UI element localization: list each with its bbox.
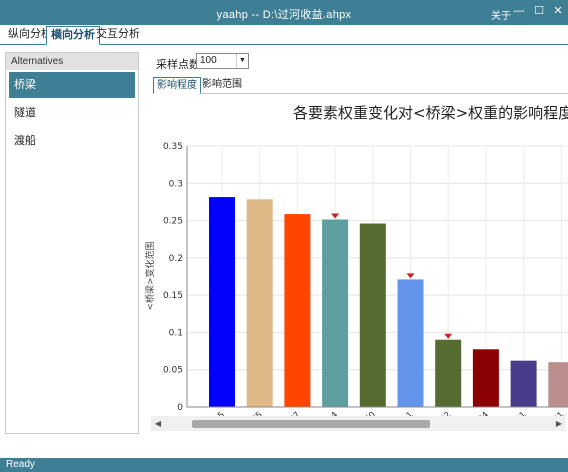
chart-bar <box>359 223 386 407</box>
change-marker <box>444 333 453 339</box>
maximize-icon[interactable]: ☐ <box>532 4 546 18</box>
chart-bar <box>322 219 349 407</box>
change-marker <box>331 213 340 219</box>
chart-bars <box>209 197 568 407</box>
influence-bar-chart: 0 0.05 0.1 0.15 0.2 0.25 0.3 0.35 带动商业：0.2815社会… <box>144 104 568 416</box>
title-bar: yaahp -- D:\过河收益.ahpx 关于 — ☐ ✕ <box>0 0 568 25</box>
tab-influence-degree[interactable]: 影响程度 <box>153 77 201 94</box>
alternatives-header: Alternatives <box>6 53 138 70</box>
y-tick-label: 0.25 <box>163 217 183 227</box>
y-axis-label: <桥梁>变化范围 <box>144 241 156 310</box>
about-menu[interactable]: 关于 <box>491 7 511 22</box>
alternative-item-bridge[interactable]: 桥梁 <box>9 72 135 98</box>
chart-bar <box>510 360 537 407</box>
chevron-down-icon[interactable]: ▼ <box>236 54 248 68</box>
scroll-right-icon[interactable]: ▶ <box>553 418 565 430</box>
y-tick-label: 0 <box>177 403 183 413</box>
y-tick-label: 0.1 <box>169 328 183 338</box>
alternatives-panel: Alternatives 桥梁 隧道 渡船 <box>5 52 139 434</box>
y-tick-label: 0.15 <box>163 291 183 301</box>
scrollbar-thumb[interactable] <box>192 420 430 428</box>
tab-influence-range[interactable]: 影响范围 <box>199 77 245 92</box>
x-tick-label: 舒适：0.0902 <box>406 409 453 416</box>
chart-bar <box>548 362 568 407</box>
scroll-left-icon[interactable]: ◀ <box>152 418 164 430</box>
y-axis-ticks: 0 0.05 0.1 0.15 0.2 0.25 0.3 0.35 <box>163 142 183 413</box>
alternative-item-tunnel[interactable]: 隧道 <box>9 100 135 126</box>
alternative-item-ferry[interactable]: 渡船 <box>9 128 135 154</box>
y-tick-label: 0.05 <box>163 366 183 376</box>
result-subtabs: 影响程度 影响范围 <box>153 77 568 94</box>
change-marker <box>406 273 415 279</box>
y-tick-label: 0.3 <box>169 179 183 189</box>
chart-bar <box>246 199 273 407</box>
status-bar: Ready <box>0 458 568 472</box>
chart-bar <box>284 214 311 407</box>
chart-markers <box>331 213 453 339</box>
minimize-icon[interactable]: — <box>512 4 526 18</box>
chart-horizontal-scrollbar[interactable]: ◀ ▶ <box>151 416 566 431</box>
y-tick-label: 0.35 <box>163 142 183 152</box>
chart-bar <box>472 349 499 407</box>
tab-interactive-analysis[interactable]: 交互分析 <box>92 27 144 42</box>
chart-bar <box>435 339 462 407</box>
sample-count-label: 采样点数 <box>156 59 200 71</box>
analysis-area: 采样点数 100 ▼ 影响程度 影响范围 0 0.05 0.1 0.15 0.2 0.25… <box>143 46 568 458</box>
y-tick-label: 0.2 <box>169 254 183 264</box>
chart-title: 各要素权重变化对<桥梁>权重的影响程度 <box>293 104 568 122</box>
sample-count-value: 100 <box>200 55 217 66</box>
chart-bar <box>209 197 235 407</box>
x-axis-labels: 带动商业：0.2815社会收益：0.2785节省时间：0.2587收 入：0.2… <box>168 409 566 416</box>
chart-bar <box>397 279 424 407</box>
analysis-tabs: 纵向分析 横向分析 交互分析 <box>0 26 568 45</box>
sample-count-select[interactable]: 100 ▼ <box>196 53 249 69</box>
window-title: yaahp -- D:\过河收益.ahpx <box>216 9 352 21</box>
close-icon[interactable]: ✕ <box>551 4 565 18</box>
